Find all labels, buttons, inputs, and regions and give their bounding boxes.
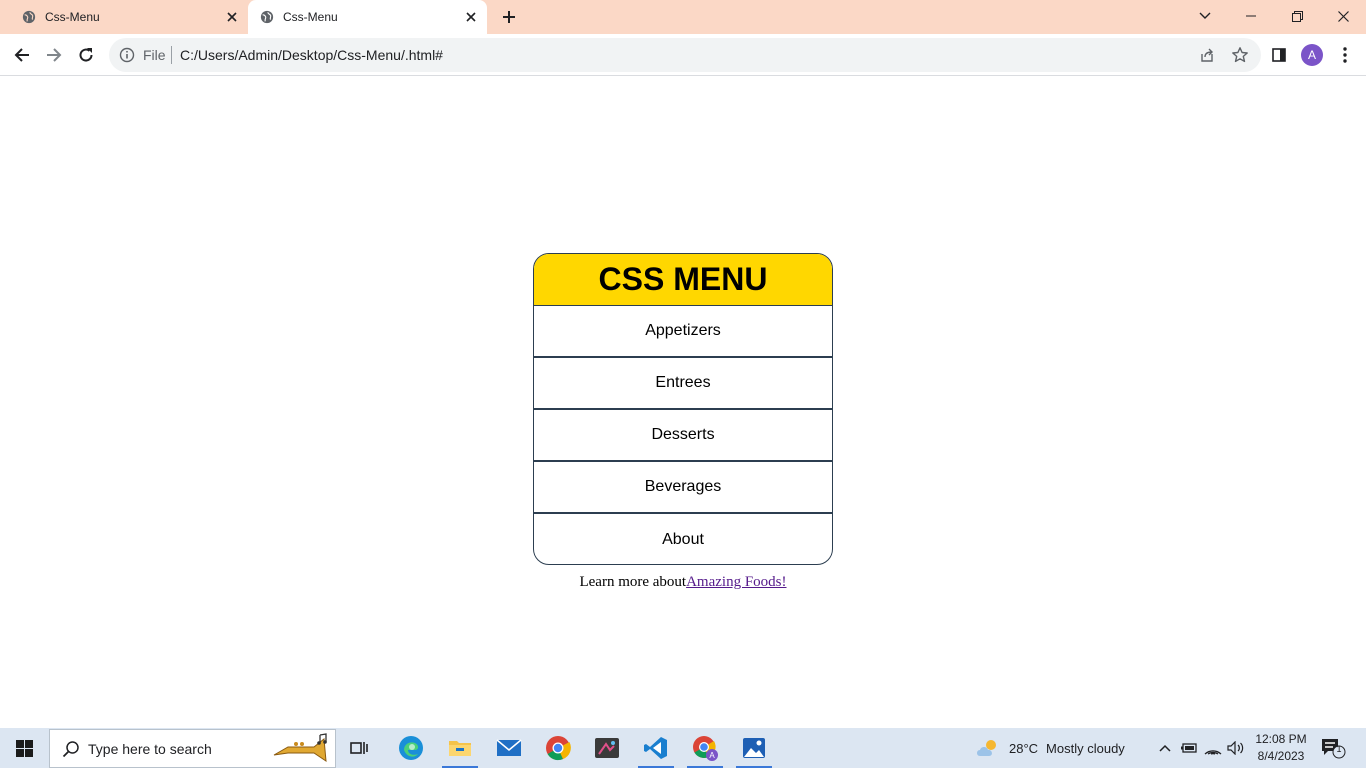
browser-tab[interactable]: Css-Menu xyxy=(0,0,248,34)
task-view-button[interactable] xyxy=(340,728,380,768)
restore-button[interactable] xyxy=(1274,0,1320,32)
windows-taskbar: Type here to search A 28°C Mostly cloudy xyxy=(0,728,1366,768)
browser-toolbar: File C:/Users/Admin/Desktop/Css-Menu/.ht… xyxy=(0,34,1366,76)
scheme-label: File xyxy=(143,47,166,63)
snipping-tool-icon xyxy=(595,738,619,758)
battery-icon xyxy=(1181,743,1197,753)
footer-label: Learn more about xyxy=(579,574,687,590)
clock-date: 8/4/2023 xyxy=(1257,749,1305,763)
start-button[interactable] xyxy=(0,728,48,768)
chrome-profile-button[interactable]: A xyxy=(685,728,725,768)
weather-widget[interactable]: 28°C Mostly cloudy xyxy=(975,728,1125,768)
show-hidden-icons-button[interactable] xyxy=(1155,738,1175,758)
amazing-foods-link[interactable]: Amazing Foods! xyxy=(686,574,786,590)
kebab-menu-icon xyxy=(1343,47,1347,63)
vscode-button[interactable] xyxy=(636,728,676,768)
browser-tab-strip: Css-Menu Css-Menu xyxy=(0,0,1366,34)
reload-icon xyxy=(79,48,93,62)
notification-count: 1 xyxy=(1336,744,1342,754)
file-explorer-button[interactable] xyxy=(440,728,480,768)
new-tab-button[interactable] xyxy=(498,6,520,28)
volume-icon xyxy=(1227,741,1244,755)
chrome-profile-icon: A xyxy=(693,736,718,761)
menu-button[interactable] xyxy=(1334,44,1356,66)
restore-icon xyxy=(1291,10,1303,22)
browser-tab-active[interactable]: Css-Menu xyxy=(248,0,487,34)
svg-text:A: A xyxy=(709,751,715,760)
chevron-down-icon xyxy=(1199,12,1211,19)
temperature: 28°C xyxy=(1009,740,1039,756)
reload-button[interactable] xyxy=(74,43,98,67)
task-view-icon xyxy=(350,742,368,754)
globe-icon xyxy=(22,10,36,24)
close-tab-icon[interactable] xyxy=(224,9,240,25)
chevron-up-icon xyxy=(1159,744,1171,752)
page-viewport: CSS MENU Appetizers Entrees Desserts Bev… xyxy=(0,77,1366,728)
url-text[interactable]: C:/Users/Admin/Desktop/Css-Menu/.html# xyxy=(180,47,443,63)
css-menu: CSS MENU Appetizers Entrees Desserts Bev… xyxy=(533,253,833,565)
minimize-icon xyxy=(1246,15,1256,17)
clock-time: 12:08 PM xyxy=(1255,732,1307,746)
plus-icon xyxy=(503,11,515,23)
system-clock[interactable]: 12:08 PM 8/4/2023 xyxy=(1250,731,1312,765)
weather-condition: Mostly cloudy xyxy=(1046,740,1125,756)
share-icon[interactable] xyxy=(1199,47,1215,63)
star-icon[interactable] xyxy=(1231,46,1249,64)
tab-title: Css-Menu xyxy=(283,10,338,24)
volume-button[interactable] xyxy=(1226,738,1246,758)
divider xyxy=(171,46,172,64)
globe-icon xyxy=(260,10,274,24)
mail-button[interactable] xyxy=(489,728,529,768)
edge-icon xyxy=(399,736,423,760)
close-icon xyxy=(1337,10,1349,22)
cloudy-weather-icon xyxy=(977,740,996,756)
windows-logo-icon xyxy=(15,739,33,757)
network-button[interactable] xyxy=(1203,738,1223,758)
menu-item-entrees[interactable]: Entrees xyxy=(534,358,832,410)
close-tab-icon[interactable] xyxy=(463,9,479,25)
forward-button[interactable] xyxy=(42,43,66,67)
vscode-icon xyxy=(644,737,667,759)
mail-icon xyxy=(496,739,522,756)
edge-button[interactable] xyxy=(391,728,431,768)
footer-text: Learn more aboutAmazing Foods! xyxy=(0,574,1366,591)
search-icon xyxy=(62,741,79,758)
menu-item-about[interactable]: About xyxy=(534,514,832,564)
back-button[interactable] xyxy=(10,43,34,67)
notification-center-button[interactable]: 1 xyxy=(1320,737,1346,759)
chrome-button[interactable] xyxy=(538,728,578,768)
menu-item-desserts[interactable]: Desserts xyxy=(534,410,832,462)
profile-avatar[interactable]: A xyxy=(1301,44,1323,66)
arrow-right-icon xyxy=(47,48,62,62)
chrome-icon xyxy=(546,736,571,761)
side-panel-icon xyxy=(1272,48,1286,62)
taskbar-search[interactable]: Type here to search xyxy=(49,729,336,768)
info-icon[interactable] xyxy=(119,47,135,63)
arrow-left-icon xyxy=(14,48,29,62)
minimize-button[interactable] xyxy=(1228,0,1274,32)
close-window-button[interactable] xyxy=(1320,0,1366,32)
menu-item-appetizers[interactable]: Appetizers xyxy=(534,306,832,358)
photos-button[interactable] xyxy=(734,728,774,768)
search-placeholder: Type here to search xyxy=(88,741,212,757)
photos-icon xyxy=(743,738,765,758)
menu-title: CSS MENU xyxy=(534,254,832,306)
battery-button[interactable] xyxy=(1179,738,1199,758)
wifi-icon xyxy=(1204,750,1222,755)
menu-item-beverages[interactable]: Beverages xyxy=(534,462,832,514)
snipping-tool-button[interactable] xyxy=(587,728,627,768)
tab-search-button[interactable] xyxy=(1182,0,1228,32)
file-explorer-icon xyxy=(449,741,471,756)
trumpet-icon xyxy=(273,733,327,762)
tab-title: Css-Menu xyxy=(45,10,100,24)
side-panel-button[interactable] xyxy=(1268,44,1290,66)
address-bar[interactable]: File C:/Users/Admin/Desktop/Css-Menu/.ht… xyxy=(109,38,1261,72)
